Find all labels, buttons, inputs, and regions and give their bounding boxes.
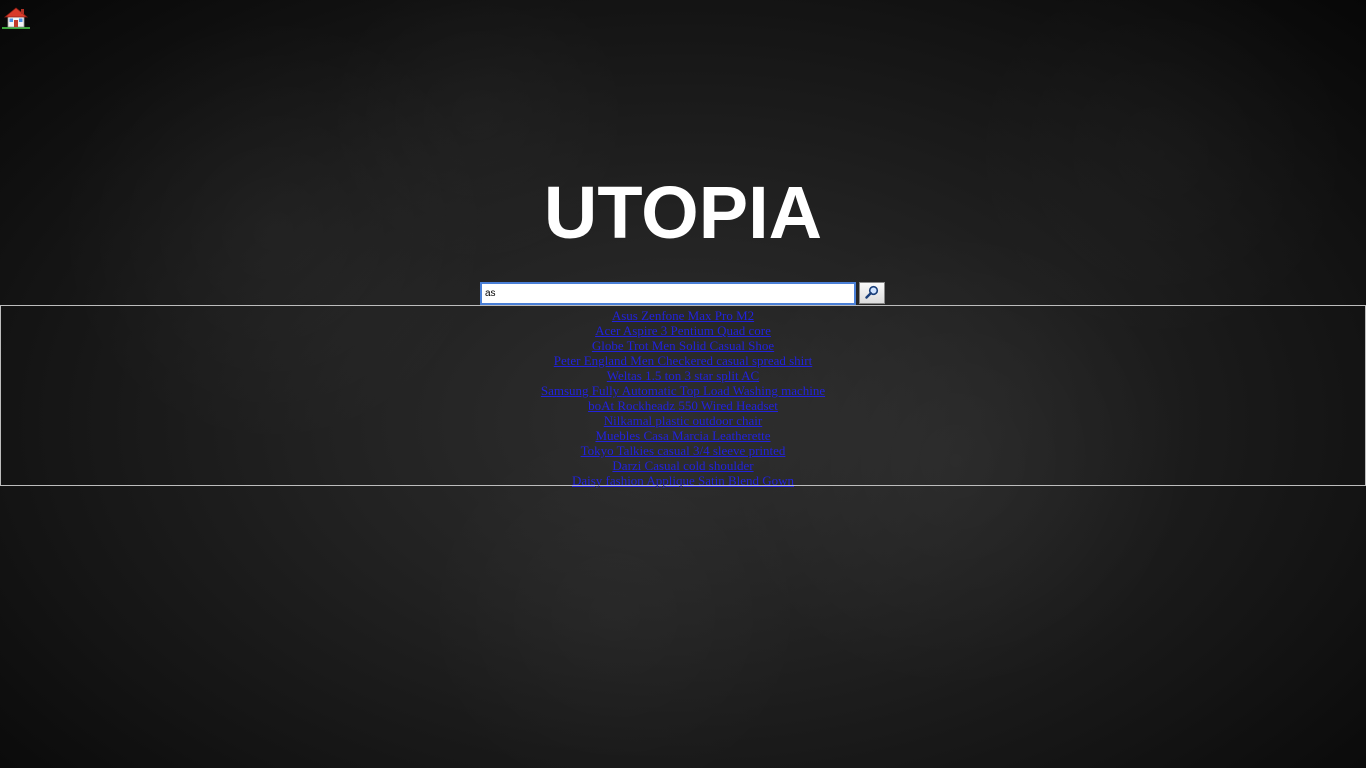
result-link[interactable]: Muebles Casa Marcia Leatherette xyxy=(595,428,770,443)
home-link[interactable] xyxy=(2,6,30,30)
result-link[interactable]: Asus Zenfone Max Pro M2 xyxy=(612,308,754,323)
search-input[interactable] xyxy=(480,282,856,305)
result-link[interactable]: Peter England Men Checkered casual sprea… xyxy=(554,353,812,368)
result-link[interactable]: Daisy fashion Applique Satin Blend Gown xyxy=(572,473,794,488)
result-link[interactable]: Acer Aspire 3 Pentium Quad core xyxy=(595,323,771,338)
search-button[interactable] xyxy=(859,282,885,304)
result-link[interactable]: Tokyo Talkies casual 3/4 sleeve printed xyxy=(581,443,786,458)
search-results-list: Asus Zenfone Max Pro M2 Acer Aspire 3 Pe… xyxy=(0,305,1366,488)
magnifier-icon xyxy=(865,285,879,302)
site-logo: UTOPIA xyxy=(543,171,823,254)
result-link[interactable]: Globe Trot Men Solid Casual Shoe xyxy=(592,338,774,353)
result-link[interactable]: boAt Rockheadz 550 Wired Headset xyxy=(588,398,778,413)
result-link[interactable]: Samsung Fully Automatic Top Load Washing… xyxy=(541,383,825,398)
house-icon xyxy=(2,6,30,30)
result-link[interactable]: Weltas 1.5 ton 3 star split AC xyxy=(607,368,759,383)
result-link[interactable]: Nilkamal plastic outdoor chair xyxy=(604,413,762,428)
result-link[interactable]: Darzi Casual cold shoulder xyxy=(612,458,753,473)
